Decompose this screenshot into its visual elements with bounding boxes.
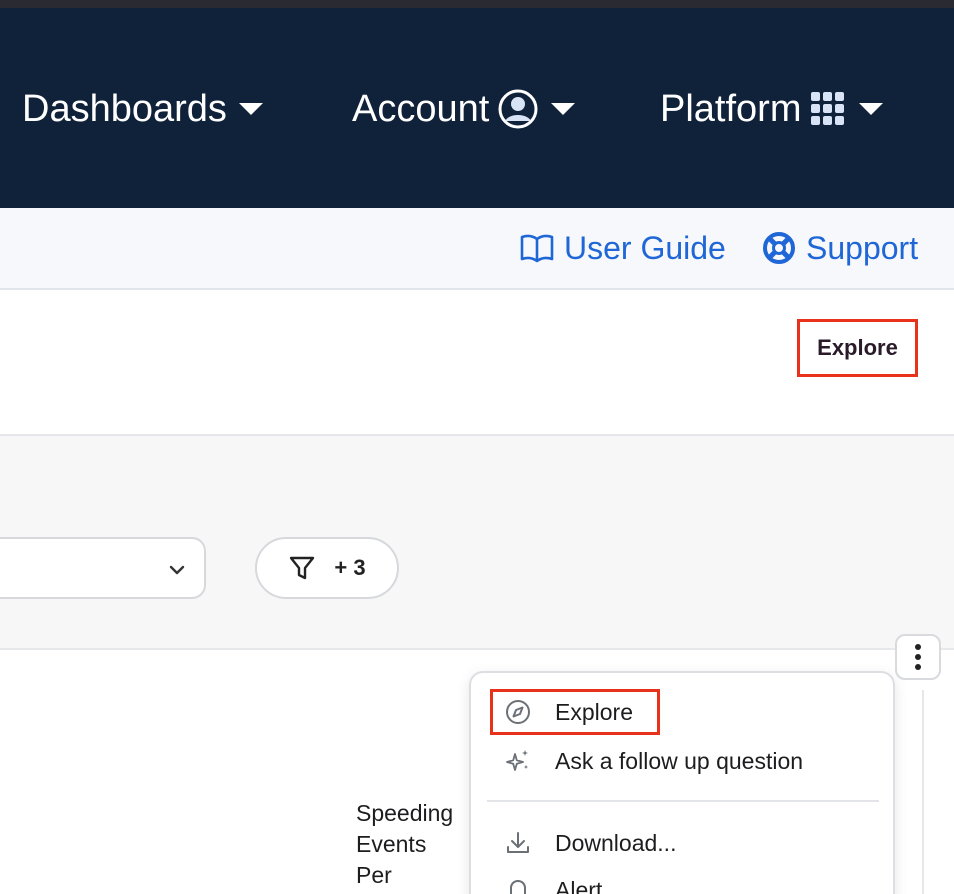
explore-button[interactable]: Explore <box>797 319 918 377</box>
chart-label-line: Events <box>356 831 427 857</box>
user-guide-link[interactable]: User Guide <box>520 228 726 268</box>
bell-icon <box>510 880 526 894</box>
help-bar: User Guide Support <box>0 208 954 290</box>
caret-down-icon <box>238 103 263 115</box>
nav-account[interactable]: Account <box>352 86 576 132</box>
dashboard-header: Explore <box>0 290 954 436</box>
caret-down-icon <box>859 103 884 115</box>
menu-item-download-label: Download... <box>555 829 677 856</box>
tile-options-button[interactable] <box>895 634 941 680</box>
nav-dashboards-label: Dashboards <box>22 88 227 130</box>
sparkle-icon <box>506 750 528 771</box>
browser-top-strip <box>0 0 954 8</box>
user-guide-label: User Guide <box>564 229 726 266</box>
chevron-down-icon <box>169 565 185 575</box>
app-window: Dashboards Account Platform User Guide S… <box>0 0 954 894</box>
menu-divider <box>487 800 879 802</box>
filter-icon <box>290 556 315 580</box>
support-link[interactable]: Support <box>762 228 918 268</box>
nav-dashboards[interactable]: Dashboards <box>22 86 263 132</box>
filter-count: + 3 <box>334 555 366 580</box>
caret-down-icon <box>551 103 576 115</box>
nav-platform[interactable]: Platform <box>660 86 884 132</box>
filter-select[interactable] <box>0 537 206 599</box>
menu-item-ask-followup-label: Ask a follow up question <box>555 747 804 774</box>
compass-icon <box>506 700 530 724</box>
top-navigation-bar: Dashboards Account Platform <box>0 8 954 208</box>
nav-platform-label: Platform <box>660 88 802 130</box>
menu-item-ask-followup[interactable]: Ask a follow up question <box>505 738 803 784</box>
tile-options-menu: Explore Ask a follow up question Downloa… <box>469 671 895 894</box>
download-icon <box>507 832 529 853</box>
filter-bar: + 3 <box>0 436 954 650</box>
chart-label-line: Per <box>356 862 392 888</box>
kebab-menu-icon <box>915 644 921 670</box>
book-icon <box>520 234 554 263</box>
menu-item-download[interactable]: Download... <box>505 820 676 866</box>
chart-label-line: Speeding <box>356 800 454 826</box>
menu-item-alert[interactable]: Alert <box>505 867 602 894</box>
more-filters-button[interactable]: + 3 <box>255 537 399 599</box>
menu-item-alert-label: Alert <box>555 876 603 894</box>
grid-icon <box>811 92 845 125</box>
menu-item-explore-label: Explore <box>555 698 633 725</box>
scrollbar-track[interactable] <box>922 690 924 894</box>
chart-axis-label: Speeding Events Per <box>356 798 476 891</box>
support-label: Support <box>806 229 919 266</box>
nav-account-label: Account <box>352 88 490 130</box>
user-circle-icon <box>498 89 538 129</box>
menu-item-explore[interactable]: Explore <box>490 689 660 735</box>
lifebuoy-icon <box>763 232 795 264</box>
